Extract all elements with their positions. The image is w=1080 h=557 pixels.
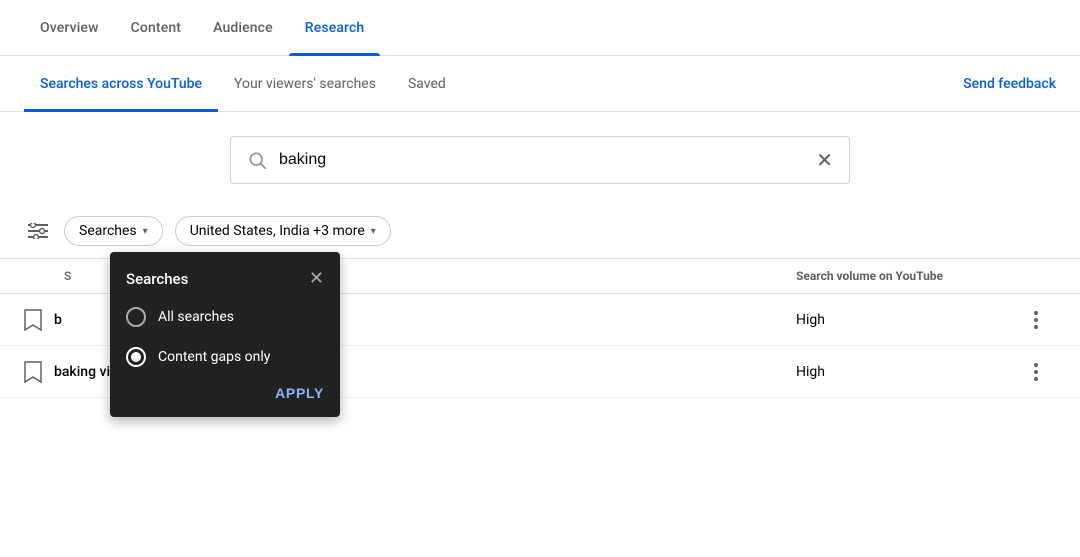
apply-button[interactable]: APPLY — [275, 385, 324, 401]
filter-icon-button[interactable] — [24, 219, 52, 243]
col-volume-header: Search volume on YouTube — [796, 269, 1016, 283]
search-input[interactable] — [279, 151, 816, 169]
more-options-row2[interactable] — [1016, 363, 1056, 381]
tab-audience[interactable]: Audience — [197, 0, 289, 56]
chevron-down-icon: ▾ — [143, 226, 148, 237]
filter-row: Searches ▾ United States, India +3 more … — [0, 204, 1080, 259]
sub-nav: Searches across YouTube Your viewers' se… — [0, 56, 1080, 112]
tab-overview[interactable]: Overview — [24, 0, 115, 56]
popup-apply-area: APPLY — [110, 377, 340, 417]
chevron-down-icon-location: ▾ — [371, 226, 376, 237]
search-icon — [247, 150, 267, 170]
radio-inner-dot — [131, 352, 141, 362]
content-gaps-radio[interactable] — [126, 347, 146, 367]
three-dots-icon-1[interactable] — [1034, 311, 1038, 329]
bookmark-icon-row2[interactable] — [24, 361, 42, 383]
tab-searches-across-youtube[interactable]: Searches across YouTube — [24, 56, 218, 112]
tab-research[interactable]: Research — [289, 0, 381, 56]
send-feedback-button[interactable]: Send feedback — [963, 76, 1056, 92]
tab-viewers-searches[interactable]: Your viewers' searches — [218, 56, 392, 112]
all-searches-option[interactable]: All searches — [110, 297, 340, 337]
row-volume-1: High — [796, 312, 1016, 328]
tab-saved[interactable]: Saved — [392, 56, 462, 112]
three-dots-icon-2[interactable] — [1034, 363, 1038, 381]
content-gaps-option[interactable]: Content gaps only — [110, 337, 340, 377]
top-nav: Overview Content Audience Research — [0, 0, 1080, 56]
popup-header: Searches ✕ — [110, 252, 340, 297]
clear-search-icon[interactable]: ✕ — [816, 148, 833, 172]
search-box: ✕ — [230, 136, 850, 184]
popup-close-icon[interactable]: ✕ — [309, 268, 324, 289]
search-area: ✕ — [0, 112, 1080, 204]
bookmark-icon-row1[interactable] — [24, 309, 42, 331]
sub-nav-tabs: Searches across YouTube Your viewers' se… — [24, 56, 963, 111]
all-searches-radio[interactable] — [126, 307, 146, 327]
row-volume-2: High — [796, 364, 1016, 380]
searches-popup: Searches ✕ All searches Content gaps onl… — [110, 252, 340, 417]
location-filter-button[interactable]: United States, India +3 more ▾ — [175, 216, 391, 246]
tab-content[interactable]: Content — [115, 0, 197, 56]
more-options-row1[interactable] — [1016, 311, 1056, 329]
searches-filter-button[interactable]: Searches ▾ — [64, 216, 163, 246]
